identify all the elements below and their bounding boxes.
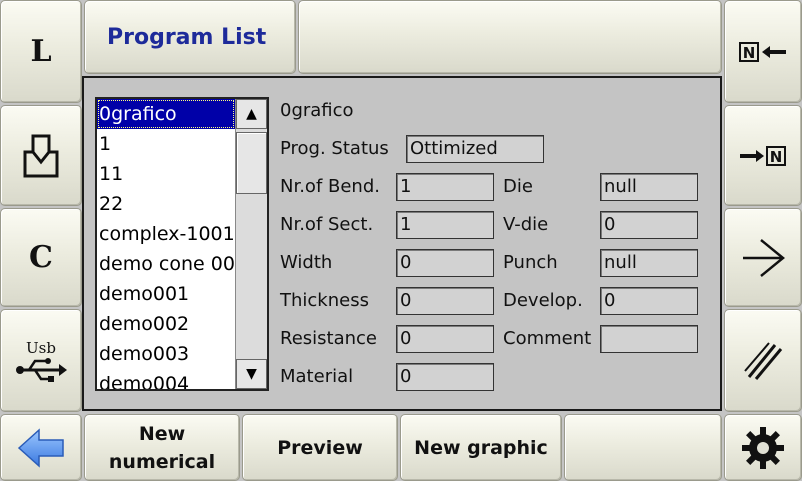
c-label: C xyxy=(29,240,53,275)
resistance-field: 0 xyxy=(396,325,494,353)
width-field: 0 xyxy=(396,249,494,277)
scroll-thumb[interactable] xyxy=(236,132,267,194)
list-item[interactable]: demo003 xyxy=(97,339,235,369)
c-button[interactable]: C xyxy=(0,208,82,307)
usb-label: Usb xyxy=(26,338,56,357)
list-item[interactable]: demo001 xyxy=(97,279,235,309)
list-item[interactable]: complex-1001 xyxy=(97,219,235,249)
svg-text:N: N xyxy=(743,44,756,62)
new-graphic-label: New graphic xyxy=(414,436,548,459)
scroll-down-icon: ▼ xyxy=(246,366,257,382)
thickness-label: Thickness xyxy=(280,290,369,311)
comment-field xyxy=(600,325,698,353)
program-name: 0grafico xyxy=(280,100,354,121)
prog-status-label: Prog. Status xyxy=(280,138,389,159)
list-item[interactable]: demo002 xyxy=(97,309,235,339)
usb-icon xyxy=(16,357,67,382)
new-graphic-button[interactable]: New graphic xyxy=(400,414,562,481)
die-button[interactable] xyxy=(0,105,82,206)
nr-bend-label: Nr.of Bend. xyxy=(280,176,380,197)
usb-button[interactable]: Usb xyxy=(0,309,82,412)
tool-library-label: L xyxy=(30,34,52,69)
export-program-button[interactable]: N xyxy=(724,105,802,206)
back-arrow-icon xyxy=(17,427,64,468)
settings-button[interactable] xyxy=(724,414,802,481)
preview-button[interactable]: Preview xyxy=(242,414,398,481)
thickness-field: 0 xyxy=(396,287,494,315)
punch-label: Punch xyxy=(503,252,558,273)
page-title: Program List xyxy=(107,25,267,50)
develop-field: 0 xyxy=(600,287,698,315)
material-field: 0 xyxy=(396,363,494,391)
svg-text:N: N xyxy=(770,148,783,166)
scroll-down-button[interactable]: ▼ xyxy=(236,359,267,389)
comment-label: Comment xyxy=(503,328,592,349)
list-item[interactable]: demo004 xyxy=(97,369,235,389)
vdie-label: V-die xyxy=(503,214,549,235)
develop-label: Develop. xyxy=(503,290,583,311)
tool-library-button[interactable]: L xyxy=(0,0,82,103)
gear-icon xyxy=(742,426,784,469)
scroll-up-icon: ▲ xyxy=(246,106,257,122)
parallel-lines-button[interactable] xyxy=(724,309,802,412)
program-list[interactable]: 0grafico 1 11 22 complex-1001 demo cone … xyxy=(95,97,269,391)
die-label: Die xyxy=(503,176,533,197)
nr-sect-label: Nr.of Sect. xyxy=(280,214,374,235)
new-numerical-label-2: numerical xyxy=(108,450,216,473)
login-arrow-icon xyxy=(743,238,785,277)
vdie-field: 0 xyxy=(600,211,698,239)
parallel-lines-icon xyxy=(744,341,783,380)
width-label: Width xyxy=(280,252,333,273)
nr-bend-field: 1 xyxy=(396,173,494,201)
punch-field: null xyxy=(600,249,698,277)
prog-status-field: Ottimized xyxy=(406,135,544,163)
import-program-icon: N xyxy=(739,41,786,62)
nr-sect-field: 1 xyxy=(396,211,494,239)
die-icon xyxy=(23,134,59,177)
list-scrollbar[interactable]: ▲ ▼ xyxy=(235,99,267,389)
list-item[interactable]: 22 xyxy=(97,189,235,219)
die-field: null xyxy=(600,173,698,201)
new-numerical-label-1: New xyxy=(138,422,186,445)
bottom-blank-button[interactable] xyxy=(564,414,722,481)
program-list-items: 0grafico 1 11 22 complex-1001 demo cone … xyxy=(97,99,235,389)
back-button[interactable] xyxy=(0,414,82,481)
material-label: Material xyxy=(280,366,354,387)
list-item[interactable]: 11 xyxy=(97,159,235,189)
new-numerical-button[interactable]: New numerical xyxy=(84,414,240,481)
resistance-label: Resistance xyxy=(280,328,377,349)
list-item[interactable]: demo cone 00 xyxy=(97,249,235,279)
title-blank-area xyxy=(298,0,722,74)
list-item[interactable]: 1 xyxy=(97,129,235,159)
export-program-icon: N xyxy=(740,145,786,166)
list-item[interactable]: 0grafico xyxy=(97,99,235,129)
import-program-button[interactable]: N xyxy=(724,0,802,103)
page-title-bar: Program List xyxy=(84,0,296,74)
preview-label: Preview xyxy=(277,436,363,459)
login-arrow-button[interactable] xyxy=(724,208,802,307)
scroll-up-button[interactable]: ▲ xyxy=(236,99,267,129)
